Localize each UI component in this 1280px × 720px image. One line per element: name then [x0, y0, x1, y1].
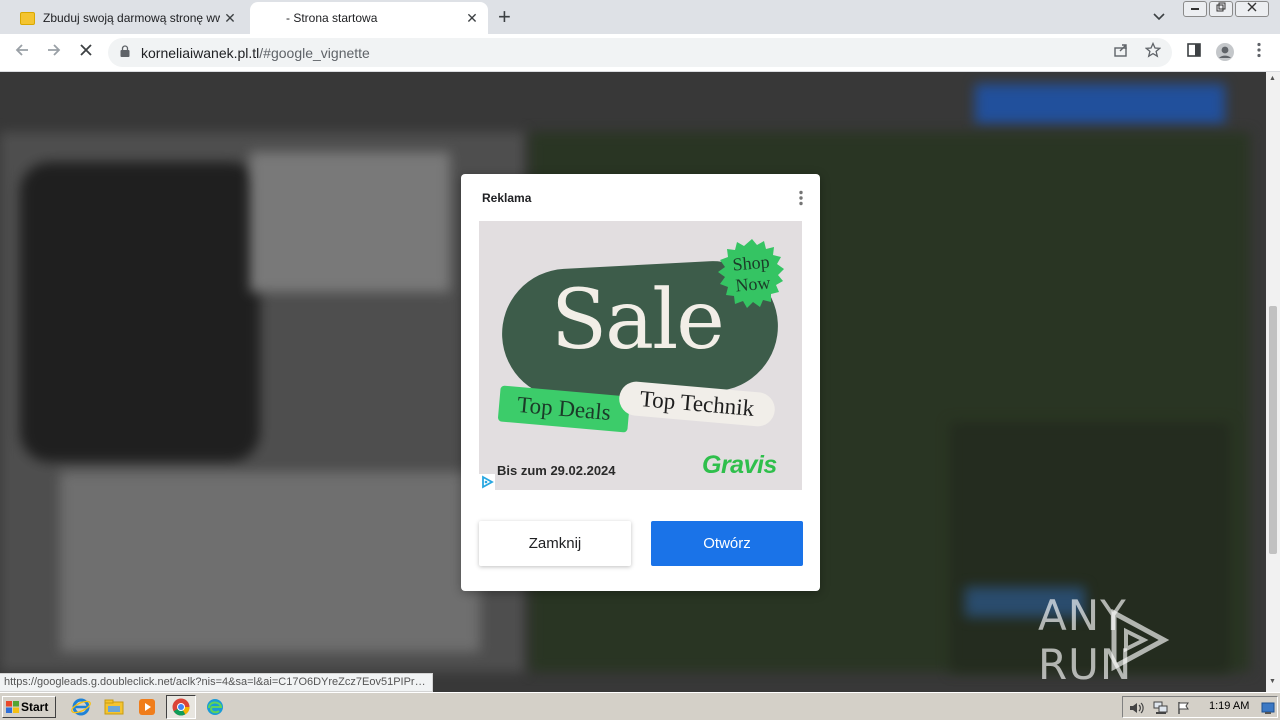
lock-icon[interactable] [120, 45, 130, 57]
tab-title: Zbuduj swoją darmową stronę www [43, 11, 220, 25]
url-path: /#google_vignette [259, 45, 370, 61]
folder-icon [20, 11, 35, 25]
start-label: Start [21, 700, 49, 714]
ad-creative[interactable]: Sale Shop Now Top Deals Top Technik Bis z… [479, 221, 802, 490]
clock[interactable]: 1:19 AM [1209, 700, 1249, 712]
edge-icon[interactable] [204, 697, 226, 717]
show-desktop-icon[interactable] [1261, 701, 1275, 715]
action-center-flag-icon[interactable] [1177, 701, 1191, 715]
close-ad-button[interactable]: Zamknij [479, 521, 631, 566]
tab-strona-startowa[interactable]: - Strona startowa ✕ [250, 2, 488, 34]
menu-kebab-icon[interactable] [1249, 42, 1269, 62]
windows-taskbar: Start 1:19 AM [0, 692, 1280, 720]
play-logo-icon [1111, 609, 1170, 671]
file-explorer-icon[interactable] [103, 697, 125, 717]
internet-explorer-icon[interactable] [70, 697, 92, 717]
badge-line-1: Shop [731, 251, 771, 275]
share-icon[interactable] [1111, 42, 1131, 62]
tab-close-icon[interactable]: ✕ [462, 10, 482, 27]
new-tab-button[interactable]: + [498, 6, 511, 28]
top-technik-tag: Top Technik [617, 380, 777, 428]
ad-options-icon[interactable] [798, 190, 804, 206]
open-ad-button[interactable]: Otwórz [651, 521, 803, 566]
bookmark-star-icon[interactable] [1143, 41, 1163, 62]
tab-search-icon[interactable] [1153, 8, 1165, 24]
side-panel-icon[interactable] [1184, 42, 1204, 62]
tab-title: - Strona startowa [286, 11, 378, 25]
network-icon[interactable] [1153, 701, 1169, 715]
scroll-thumb[interactable] [1269, 306, 1277, 554]
tab-strip: Zbuduj swoją darmową stronę www ✕ - Stro… [0, 0, 1280, 34]
restore-button[interactable] [1209, 1, 1233, 17]
forward-button[interactable] [42, 40, 66, 64]
shop-now-text: Shop Now [717, 250, 786, 298]
taskbar-chrome-active[interactable] [166, 695, 196, 719]
profile-avatar-icon[interactable] [1215, 42, 1235, 62]
anyrun-watermark: ANY RUN [1038, 591, 1280, 689]
close-window-button[interactable] [1235, 1, 1269, 17]
adchoices-icon[interactable] [479, 474, 495, 490]
ad-vignette-dialog: Reklama Sale Shop Now Top Deals Top Techn… [461, 174, 820, 591]
url-text[interactable]: korneliaiwanek.pl.tl/#google_vignette [141, 45, 370, 61]
scroll-up-icon[interactable]: ▲ [1269, 75, 1276, 82]
media-player-icon[interactable] [136, 697, 158, 717]
stop-loading-button[interactable] [74, 40, 98, 64]
chrome-icon [172, 698, 190, 716]
ad-date: Bis zum 29.02.2024 [497, 463, 616, 478]
link-status-bubble: https://googleads.g.doubleclick.net/aclk… [0, 673, 433, 692]
minimize-button[interactable] [1183, 1, 1207, 17]
tab-zbuduj[interactable]: Zbuduj swoją darmową stronę www ✕ [10, 2, 246, 34]
loading-favicon-icon [264, 11, 278, 25]
ad-headline: Sale [551, 273, 725, 368]
system-tray: 1:19 AM [1122, 696, 1278, 718]
ad-brand-logo: Gravis [702, 451, 777, 479]
ad-label: Reklama [482, 191, 532, 205]
volume-icon[interactable] [1129, 701, 1145, 715]
url-host: korneliaiwanek.pl.tl [141, 45, 260, 61]
start-button[interactable]: Start [2, 696, 56, 718]
browser-toolbar: korneliaiwanek.pl.tl/#google_vignette [0, 34, 1280, 72]
windows-logo-icon [6, 701, 19, 713]
tab-close-icon[interactable]: ✕ [220, 10, 240, 27]
back-button[interactable] [10, 40, 34, 64]
badge-line-2: Now [734, 272, 772, 296]
address-bar[interactable]: korneliaiwanek.pl.tl/#google_vignette [108, 38, 1172, 67]
